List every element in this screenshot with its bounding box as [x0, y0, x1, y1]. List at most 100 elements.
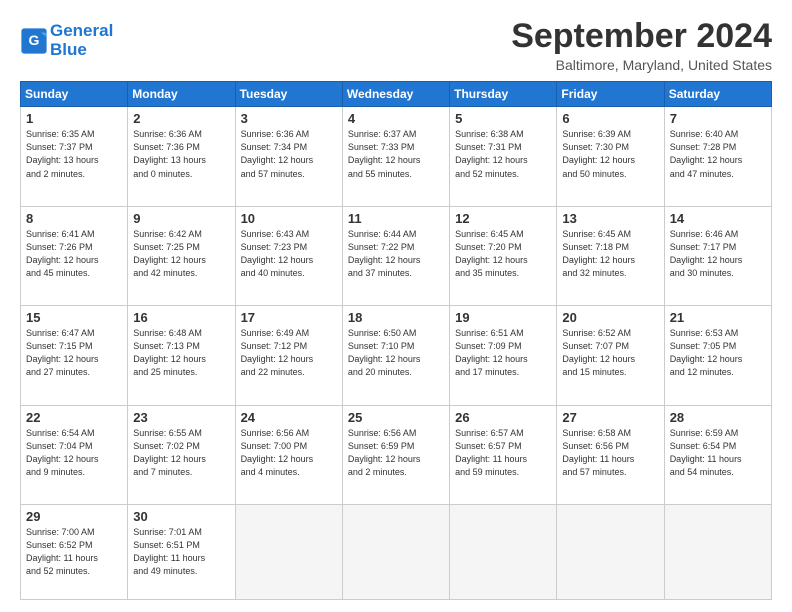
day-number: 6 — [562, 111, 658, 126]
day-number: 28 — [670, 410, 766, 425]
col-monday: Monday — [128, 82, 235, 107]
day-info: Sunrise: 6:49 AM Sunset: 7:12 PM Dayligh… — [241, 327, 337, 379]
day-number: 16 — [133, 310, 229, 325]
col-saturday: Saturday — [664, 82, 771, 107]
calendar-week-row: 29Sunrise: 7:00 AM Sunset: 6:52 PM Dayli… — [21, 505, 772, 600]
day-info: Sunrise: 6:45 AM Sunset: 7:18 PM Dayligh… — [562, 228, 658, 280]
day-number: 14 — [670, 211, 766, 226]
table-row: 22Sunrise: 6:54 AM Sunset: 7:04 PM Dayli… — [21, 405, 128, 504]
day-info: Sunrise: 6:41 AM Sunset: 7:26 PM Dayligh… — [26, 228, 122, 280]
calendar-week-row: 1 Sunrise: 6:35 AM Sunset: 7:37 PM Daylig… — [21, 107, 772, 206]
day-info: Sunrise: 6:44 AM Sunset: 7:22 PM Dayligh… — [348, 228, 444, 280]
day-number: 20 — [562, 310, 658, 325]
table-row: 12 Sunrise: 6:45 AM Sunset: 7:20 PM Dayli… — [450, 206, 557, 305]
day-info: Sunrise: 6:42 AM Sunset: 7:25 PM Dayligh… — [133, 228, 229, 280]
day-number: 2 — [133, 111, 229, 126]
table-row: 4 Sunrise: 6:37 AM Sunset: 7:33 PM Daylig… — [342, 107, 449, 206]
day-info: Sunrise: 6:40 AM Sunset: 7:28 PM Dayligh… — [670, 128, 766, 180]
table-row: 11 Sunrise: 6:44 AM Sunset: 7:22 PM Dayli… — [342, 206, 449, 305]
table-row — [664, 505, 771, 600]
table-row: 21 Sunrise: 6:53 AM Sunset: 7:05 PM Dayli… — [664, 306, 771, 405]
day-number: 27 — [562, 410, 658, 425]
table-row: 20 Sunrise: 6:52 AM Sunset: 7:07 PM Dayli… — [557, 306, 664, 405]
day-info: Sunrise: 6:50 AM Sunset: 7:10 PM Dayligh… — [348, 327, 444, 379]
day-number: 11 — [348, 211, 444, 226]
header: G General Blue September 2024 Baltimore,… — [20, 18, 772, 73]
month-title: September 2024 — [511, 18, 772, 55]
day-number: 13 — [562, 211, 658, 226]
day-number: 18 — [348, 310, 444, 325]
day-info: Sunrise: 6:48 AM Sunset: 7:13 PM Dayligh… — [133, 327, 229, 379]
day-number: 7 — [670, 111, 766, 126]
calendar-week-row: 8 Sunrise: 6:41 AM Sunset: 7:26 PM Daylig… — [21, 206, 772, 305]
logo: G General Blue — [20, 22, 113, 59]
day-number: 24 — [241, 410, 337, 425]
day-info: Sunrise: 6:36 AM Sunset: 7:36 PM Dayligh… — [133, 128, 229, 180]
table-row: 28 Sunrise: 6:59 AM Sunset: 6:54 PM Dayli… — [664, 405, 771, 504]
logo-line1: General — [50, 21, 113, 40]
location: Baltimore, Maryland, United States — [511, 57, 772, 73]
table-row: 15 Sunrise: 6:47 AM Sunset: 7:15 PM Dayli… — [21, 306, 128, 405]
day-number: 8 — [26, 211, 122, 226]
day-number: 26 — [455, 410, 551, 425]
day-number: 17 — [241, 310, 337, 325]
day-number: 19 — [455, 310, 551, 325]
table-row: 27 Sunrise: 6:58 AM Sunset: 6:56 PM Dayli… — [557, 405, 664, 504]
day-number: 23 — [133, 410, 229, 425]
svg-text:G: G — [29, 32, 40, 48]
calendar-table: Sunday Monday Tuesday Wednesday Thursday… — [20, 81, 772, 600]
day-info: Sunrise: 6:59 AM Sunset: 6:54 PM Dayligh… — [670, 427, 766, 479]
table-row: 23Sunrise: 6:55 AM Sunset: 7:02 PM Dayli… — [128, 405, 235, 504]
day-number: 21 — [670, 310, 766, 325]
day-number: 4 — [348, 111, 444, 126]
col-friday: Friday — [557, 82, 664, 107]
day-info: Sunrise: 6:37 AM Sunset: 7:33 PM Dayligh… — [348, 128, 444, 180]
day-number: 30 — [133, 509, 229, 524]
table-row: 3 Sunrise: 6:36 AM Sunset: 7:34 PM Daylig… — [235, 107, 342, 206]
day-info: Sunrise: 6:43 AM Sunset: 7:23 PM Dayligh… — [241, 228, 337, 280]
day-number: 29 — [26, 509, 122, 524]
table-row: 13 Sunrise: 6:45 AM Sunset: 7:18 PM Dayli… — [557, 206, 664, 305]
day-info: Sunrise: 6:56 AM Sunset: 6:59 PM Dayligh… — [348, 427, 444, 479]
table-row: 25 Sunrise: 6:56 AM Sunset: 6:59 PM Dayli… — [342, 405, 449, 504]
day-info: Sunrise: 6:51 AM Sunset: 7:09 PM Dayligh… — [455, 327, 551, 379]
logo-text: General Blue — [50, 22, 113, 59]
table-row: 7 Sunrise: 6:40 AM Sunset: 7:28 PM Daylig… — [664, 107, 771, 206]
day-number: 1 — [26, 111, 122, 126]
day-info: Sunrise: 7:01 AM Sunset: 6:51 PM Dayligh… — [133, 526, 229, 578]
day-number: 10 — [241, 211, 337, 226]
day-info: Sunrise: 6:46 AM Sunset: 7:17 PM Dayligh… — [670, 228, 766, 280]
page: G General Blue September 2024 Baltimore,… — [0, 0, 792, 612]
table-row: 17 Sunrise: 6:49 AM Sunset: 7:12 PM Dayli… — [235, 306, 342, 405]
table-row: 9 Sunrise: 6:42 AM Sunset: 7:25 PM Daylig… — [128, 206, 235, 305]
calendar-week-row: 22Sunrise: 6:54 AM Sunset: 7:04 PM Dayli… — [21, 405, 772, 504]
day-info: Sunrise: 6:52 AM Sunset: 7:07 PM Dayligh… — [562, 327, 658, 379]
day-info: Sunrise: 6:57 AM Sunset: 6:57 PM Dayligh… — [455, 427, 551, 479]
table-row: 14 Sunrise: 6:46 AM Sunset: 7:17 PM Dayli… — [664, 206, 771, 305]
table-row: 2 Sunrise: 6:36 AM Sunset: 7:36 PM Daylig… — [128, 107, 235, 206]
table-row: 5Sunrise: 6:38 AM Sunset: 7:31 PM Daylig… — [450, 107, 557, 206]
day-info: Sunrise: 6:35 AM Sunset: 7:37 PM Dayligh… — [26, 128, 122, 180]
title-block: September 2024 Baltimore, Maryland, Unit… — [511, 18, 772, 73]
logo-icon: G — [20, 27, 48, 55]
day-info: Sunrise: 6:45 AM Sunset: 7:20 PM Dayligh… — [455, 228, 551, 280]
day-number: 12 — [455, 211, 551, 226]
day-info: Sunrise: 6:36 AM Sunset: 7:34 PM Dayligh… — [241, 128, 337, 180]
day-info: Sunrise: 6:47 AM Sunset: 7:15 PM Dayligh… — [26, 327, 122, 379]
day-number: 15 — [26, 310, 122, 325]
day-number: 9 — [133, 211, 229, 226]
table-row: 26 Sunrise: 6:57 AM Sunset: 6:57 PM Dayli… — [450, 405, 557, 504]
col-wednesday: Wednesday — [342, 82, 449, 107]
table-row: 10 Sunrise: 6:43 AM Sunset: 7:23 PM Dayli… — [235, 206, 342, 305]
day-number: 3 — [241, 111, 337, 126]
day-number: 25 — [348, 410, 444, 425]
day-number: 5 — [455, 111, 551, 126]
day-info: Sunrise: 6:53 AM Sunset: 7:05 PM Dayligh… — [670, 327, 766, 379]
table-row: 29Sunrise: 7:00 AM Sunset: 6:52 PM Dayli… — [21, 505, 128, 600]
day-info: Sunrise: 6:58 AM Sunset: 6:56 PM Dayligh… — [562, 427, 658, 479]
calendar-header-row: Sunday Monday Tuesday Wednesday Thursday… — [21, 82, 772, 107]
calendar-week-row: 15 Sunrise: 6:47 AM Sunset: 7:15 PM Dayli… — [21, 306, 772, 405]
logo-line2: Blue — [50, 40, 87, 59]
day-info: Sunrise: 6:39 AM Sunset: 7:30 PM Dayligh… — [562, 128, 658, 180]
col-sunday: Sunday — [21, 82, 128, 107]
